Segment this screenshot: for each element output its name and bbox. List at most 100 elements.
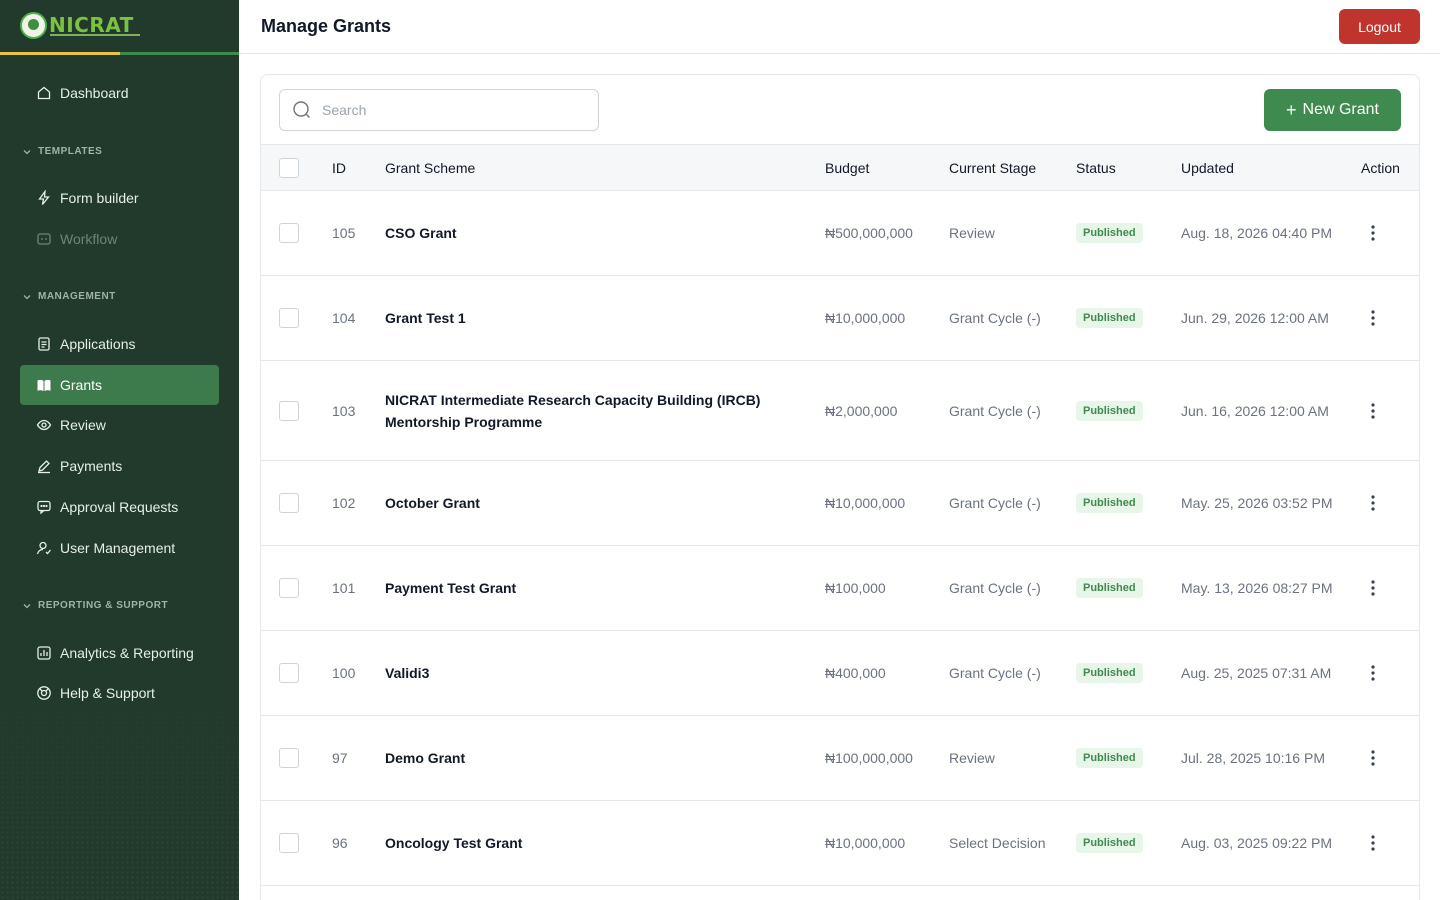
sidebar-item-analytics-reporting[interactable]: Analytics & Reporting <box>20 633 219 673</box>
cell-current-stage: Grant Cycle (-) <box>949 580 1041 596</box>
sidebar-item-approval-requests[interactable]: Approval Requests <box>20 487 219 527</box>
book-open-icon <box>37 379 51 391</box>
sidebar-item-help-support[interactable]: Help & Support <box>20 673 219 713</box>
cell-id: 104 <box>332 310 356 326</box>
cell-updated: Jul. 28, 2025 10:16 PM <box>1181 750 1325 766</box>
help-icon <box>37 686 51 700</box>
table-row[interactable]: 100 Validi3 ₦400,000 Grant Cycle (-) Publish… <box>261 631 1419 716</box>
sidebar-item-form-builder[interactable]: Form builder <box>20 178 219 218</box>
sidebar-item-applications[interactable]: Applications <box>20 324 219 364</box>
new-grant-button[interactable]: + New Grant <box>1264 89 1401 131</box>
row-select-cell <box>279 276 299 360</box>
row-checkbox[interactable] <box>279 308 299 328</box>
sidebar-item-grants[interactable]: Grants <box>20 365 219 405</box>
row-select-cell <box>279 631 299 715</box>
section-label: TEMPLATES <box>38 146 103 157</box>
cell-grant-scheme[interactable]: NICRAT Intermediate Research Capacity Bu… <box>385 361 785 460</box>
chat-icon <box>37 500 51 515</box>
cell-grant-scheme[interactable]: Oncology Test Grant <box>385 801 785 885</box>
user-icon <box>36 541 51 555</box>
section-reporting-support[interactable]: REPORTING & SUPPORT <box>22 600 168 611</box>
cell-updated: May. 13, 2026 08:27 PM <box>1181 580 1333 596</box>
more-options-button[interactable] <box>1361 661 1385 685</box>
cell-budget: ₦10,000,000 <box>825 495 906 511</box>
row-select-cell <box>279 361 299 460</box>
cell-status: Published <box>1076 276 1143 360</box>
status-badge: Published <box>1076 493 1143 513</box>
cell-id: 97 <box>332 750 348 766</box>
cell-grant-scheme[interactable]: Demo Grant <box>385 716 785 800</box>
row-checkbox[interactable] <box>279 493 299 513</box>
sidebar-item-workflow[interactable]: Workflow <box>20 219 219 259</box>
status-badge: Published <box>1076 748 1143 768</box>
select-all-checkbox[interactable] <box>279 157 299 178</box>
row-select-cell <box>279 461 299 545</box>
table-row[interactable]: 101 Payment Test Grant ₦100,000 Grant Cycle… <box>261 546 1419 631</box>
more-options-button[interactable] <box>1361 576 1385 600</box>
table-header: ID Grant Scheme Budget Current Stage Sta… <box>261 144 1419 191</box>
chevron-down-icon <box>23 149 31 154</box>
cell-grant-scheme[interactable]: October Grant <box>385 461 785 545</box>
cell-grant-scheme[interactable]: Grant Test 1 <box>385 276 785 360</box>
section-management[interactable]: MANAGEMENT <box>22 291 116 302</box>
cell-id: 100 <box>332 665 356 681</box>
kebab-menu-icon <box>1371 750 1375 766</box>
sidebar: NICRAT Dashboard TEMPLATES Form builder … <box>0 0 239 900</box>
cell-updated: Aug. 03, 2025 09:22 PM <box>1181 835 1332 851</box>
more-options-button[interactable] <box>1361 746 1385 770</box>
cell-action <box>1361 276 1385 360</box>
more-options-button[interactable] <box>1361 399 1385 423</box>
cell-current-stage: Grant Cycle (-) <box>949 495 1041 511</box>
cell-budget: ₦100,000 <box>825 580 886 596</box>
sidebar-item-label: User Management <box>60 540 176 556</box>
column-header-id[interactable]: ID <box>332 145 346 190</box>
row-checkbox[interactable] <box>279 578 299 598</box>
cell-updated: Jun. 16, 2026 12:00 AM <box>1181 402 1329 419</box>
search-icon <box>293 101 310 118</box>
section-label: REPORTING & SUPPORT <box>38 600 169 611</box>
sidebar-item-user-management[interactable]: User Management <box>20 528 219 568</box>
sidebar-item-dashboard[interactable]: Dashboard <box>20 73 219 113</box>
cell-budget: ₦400,000 <box>825 665 886 681</box>
column-header-action: Action <box>1361 159 1400 176</box>
cell-grant-scheme[interactable]: CSO Grant <box>385 191 785 275</box>
new-grant-label: New Grant <box>1302 101 1379 118</box>
more-options-button[interactable] <box>1361 831 1385 855</box>
more-options-button[interactable] <box>1361 221 1385 245</box>
row-checkbox[interactable] <box>279 663 299 683</box>
row-checkbox[interactable] <box>279 400 299 421</box>
column-header-status[interactable]: Status <box>1076 145 1116 190</box>
search-box[interactable] <box>279 89 599 131</box>
cell-id: 96 <box>332 835 348 851</box>
sidebar-item-payments[interactable]: Payments <box>20 446 219 486</box>
cell-grant-scheme[interactable]: Validi3 <box>385 631 785 715</box>
row-checkbox[interactable] <box>279 748 299 768</box>
sidebar-item-label: Form builder <box>60 190 139 206</box>
row-checkbox[interactable] <box>279 223 299 243</box>
search-input[interactable] <box>322 102 582 118</box>
status-badge: Published <box>1076 663 1143 683</box>
column-header-current-stage[interactable]: Current Stage <box>949 145 1036 190</box>
more-options-button[interactable] <box>1361 306 1385 330</box>
nicrat-logo-icon <box>20 12 47 39</box>
column-header-updated[interactable]: Updated <box>1181 145 1234 190</box>
table-row[interactable]: 104 Grant Test 1 ₦10,000,000 Grant Cycle (-… <box>261 276 1419 361</box>
brand-stripe <box>0 52 120 55</box>
section-templates[interactable]: TEMPLATES <box>22 146 102 157</box>
table-row[interactable]: 105 CSO Grant ₦500,000,000 Review Published A… <box>261 191 1419 276</box>
cell-budget: ₦2,000,000 <box>825 402 898 419</box>
brand-header: NICRAT <box>0 0 239 55</box>
column-header-budget[interactable]: Budget <box>825 145 869 190</box>
row-checkbox[interactable] <box>279 833 299 853</box>
table-row[interactable]: 102 October Grant ₦10,000,000 Grant Cycle (… <box>261 461 1419 546</box>
cell-grant-scheme[interactable]: Payment Test Grant <box>385 546 785 630</box>
logout-button[interactable]: Logout <box>1339 9 1420 44</box>
more-options-button[interactable] <box>1361 491 1385 515</box>
column-header-grant-scheme[interactable]: Grant Scheme <box>385 145 785 190</box>
table-row[interactable]: 96 Oncology Test Grant ₦10,000,000 Select D… <box>261 801 1419 886</box>
cell-budget: ₦10,000,000 <box>825 310 906 326</box>
table-row[interactable]: 97 Demo Grant ₦100,000,000 Review Published J… <box>261 716 1419 801</box>
table-row[interactable]: 103 NICRAT Intermediate Research Capacity… <box>261 361 1419 461</box>
sidebar-item-review[interactable]: Review <box>20 405 219 445</box>
cell-current-stage: Grant Cycle (-) <box>949 402 1041 419</box>
